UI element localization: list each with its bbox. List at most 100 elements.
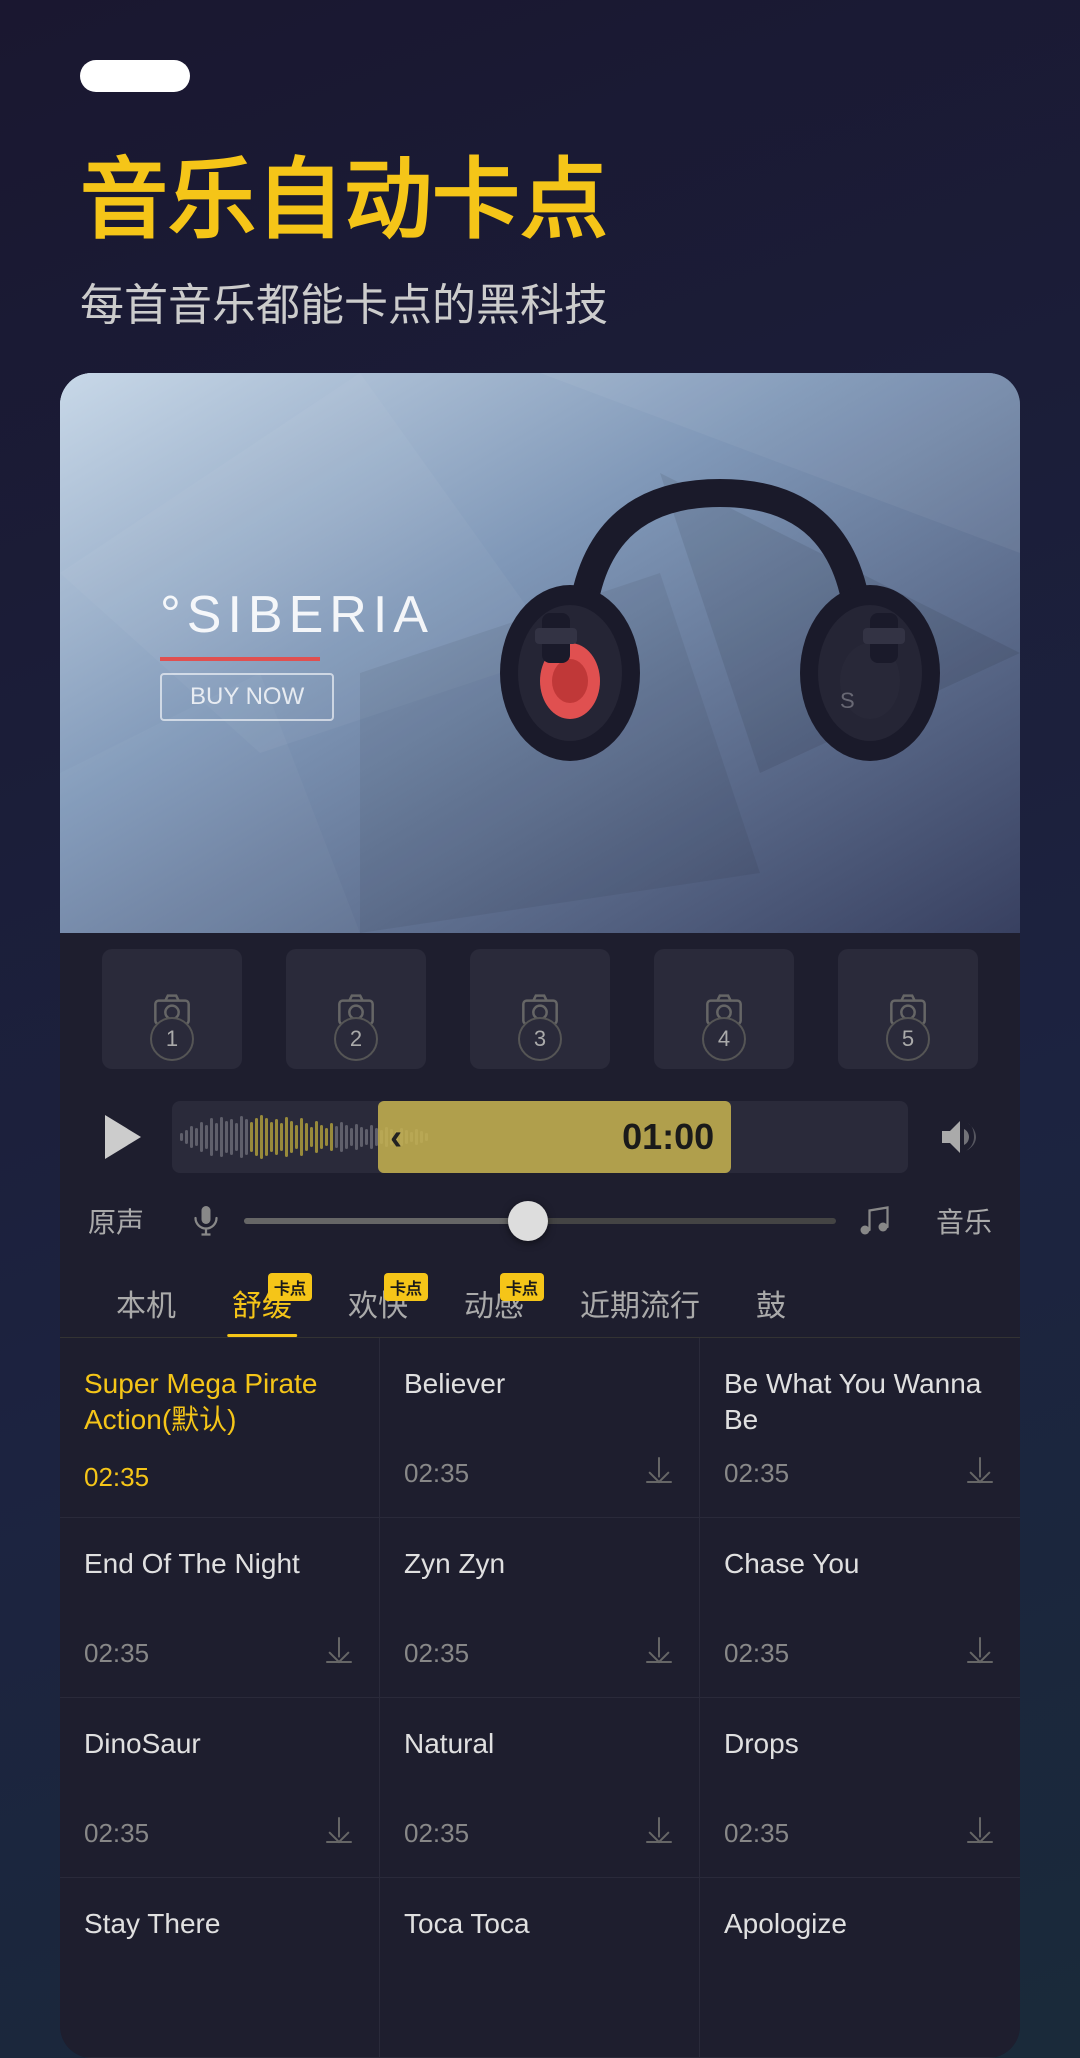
thumb-item-3[interactable]: 3 [448,949,632,1069]
waveform-left-arrow: ‹ [390,1116,402,1158]
song-meta-6: 02:35 [84,1814,355,1853]
waveform-time: 01:00 [622,1116,714,1158]
song-name-5: Chase You [724,1546,996,1622]
voice-music-slider[interactable] [244,1218,836,1224]
song-cell-1[interactable]: Believer 02:35 [380,1338,700,1518]
download-icon-7[interactable] [643,1814,675,1853]
microphone-icon [188,1203,224,1239]
tab-slow[interactable]: 卡点 舒缓 [204,1269,320,1337]
play-button[interactable] [88,1105,152,1169]
tab-happy-badge: 卡点 [384,1273,428,1301]
thumb-item-2[interactable]: 2 [264,949,448,1069]
svg-text:S: S [840,688,855,713]
song-cell-11[interactable]: Apologize [700,1878,1020,2058]
song-meta-3: 02:35 [84,1634,355,1673]
song-meta-8: 02:35 [724,1814,996,1853]
main-card: S °SIBERIA BUY NOW 1 [60,373,1020,2058]
tab-slow-badge: 卡点 [268,1273,312,1301]
song-duration-3: 02:35 [84,1638,149,1669]
song-meta-0: 02:35 [84,1462,355,1493]
download-icon-3[interactable] [323,1634,355,1673]
song-cell-4[interactable]: Zyn Zyn 02:35 [380,1518,700,1698]
waveform-arrows: ‹ 01:00 › [378,1116,731,1158]
tab-dynamic-badge: 卡点 [500,1273,544,1301]
voice-label: 原声 [88,1201,168,1241]
download-icon-8[interactable] [964,1814,996,1853]
song-cell-3[interactable]: End Of The Night 02:35 [60,1518,380,1698]
song-duration-2: 02:35 [724,1458,789,1489]
song-name-1: Believer [404,1366,675,1442]
tab-dynamic[interactable]: 卡点 动感 [436,1269,552,1337]
download-icon-4[interactable] [643,1634,675,1673]
song-name-4: Zyn Zyn [404,1546,675,1622]
volume-button[interactable] [928,1105,992,1169]
download-icon-1[interactable] [643,1454,675,1493]
volume-icon [936,1113,984,1161]
song-cell-8[interactable]: Drops 02:35 [700,1698,1020,1878]
playback-bar: ‹ 01:00 › [60,1085,1020,1189]
music-note-icon [856,1203,892,1239]
song-cell-10[interactable]: Toca Toca [380,1878,700,2058]
song-cell-5[interactable]: Chase You 02:35 [700,1518,1020,1698]
song-duration-6: 02:35 [84,1818,149,1849]
song-duration-0: 02:35 [84,1462,149,1493]
waveform-selection[interactable]: ‹ 01:00 › [378,1101,731,1173]
hero-brand-text: °SIBERIA BUY NOW [160,585,434,721]
tab-trending[interactable]: 近期流行 [552,1269,728,1337]
thumb-num-3: 3 [518,1017,562,1061]
song-grid: Super Mega Pirate Action(默认)02:35Believe… [60,1338,1020,2058]
waveform[interactable]: ‹ 01:00 › [172,1101,908,1173]
thumbnail-strip: 1 2 3 [60,933,1020,1085]
header-section: 音乐自动卡点 每首音乐都能卡点的黑科技 [0,92,1080,373]
song-meta-7: 02:35 [404,1814,675,1853]
song-meta-2: 02:35 [724,1454,996,1493]
song-cell-7[interactable]: Natural 02:35 [380,1698,700,1878]
category-tabs: 本机 卡点 舒缓 卡点 欢快 卡点 动感 近期流行 鼓 [60,1253,1020,1338]
song-cell-2[interactable]: Be What You Wanna Be 02:35 [700,1338,1020,1518]
tab-drum[interactable]: 鼓 [728,1269,814,1337]
song-cell-0[interactable]: Super Mega Pirate Action(默认) 02:35 [60,1338,380,1518]
song-name-10: Toca Toca [404,1906,675,2021]
thumb-num-4: 4 [702,1017,746,1061]
download-icon-2[interactable] [964,1454,996,1493]
song-name-9: Stay There [84,1906,355,2021]
download-icon-6[interactable] [323,1814,355,1853]
buy-now-button[interactable]: BUY NOW [160,673,334,721]
slider-thumb[interactable] [508,1201,548,1241]
hero-image: S °SIBERIA BUY NOW [60,373,1020,933]
siberia-brand-label: °SIBERIA [160,585,434,645]
page-title: 音乐自动卡点 [80,152,1000,249]
thumb-item-5[interactable]: 5 [816,949,1000,1069]
song-name-2: Be What You Wanna Be [724,1366,996,1442]
tab-local[interactable]: 本机 [88,1269,204,1337]
thumb-item-4[interactable]: 4 [632,949,816,1069]
thumb-num-5: 5 [886,1017,930,1061]
voice-music-bar: 原声 音乐 [60,1189,1020,1253]
song-meta-4: 02:35 [404,1634,675,1673]
thumb-num-2: 2 [334,1017,378,1061]
song-name-11: Apologize [724,1906,996,2021]
song-duration-7: 02:35 [404,1818,469,1849]
song-duration-5: 02:35 [724,1638,789,1669]
thumb-item-1[interactable]: 1 [80,949,264,1069]
song-cell-6[interactable]: DinoSaur 02:35 [60,1698,380,1878]
slider-fill [244,1218,528,1224]
page-subtitle: 每首音乐都能卡点的黑科技 [80,269,1000,333]
song-duration-1: 02:35 [404,1458,469,1489]
play-icon [105,1115,141,1159]
download-icon-5[interactable] [964,1634,996,1673]
tab-happy[interactable]: 卡点 欢快 [320,1269,436,1337]
song-name-7: Natural [404,1726,675,1802]
song-name-0: Super Mega Pirate Action(默认) [84,1366,355,1450]
song-name-6: DinoSaur [84,1726,355,1802]
music-label: 音乐 [912,1201,992,1241]
song-meta-5: 02:35 [724,1634,996,1673]
siberia-line [160,657,320,661]
headphone-illustration: S [480,413,960,893]
song-meta-1: 02:35 [404,1454,675,1493]
song-duration-4: 02:35 [404,1638,469,1669]
song-duration-8: 02:35 [724,1818,789,1849]
song-cell-9[interactable]: Stay There [60,1878,380,2058]
song-name-8: Drops [724,1726,996,1802]
song-name-3: End Of The Night [84,1546,355,1622]
